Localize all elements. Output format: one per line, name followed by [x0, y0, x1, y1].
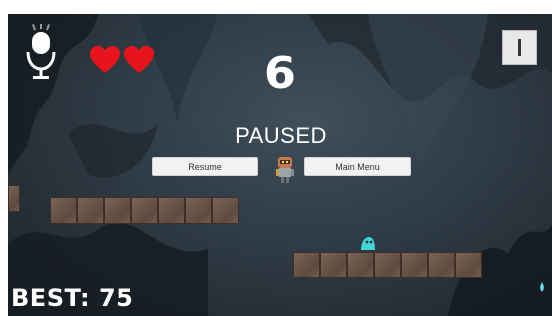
microphone-icon[interactable] — [25, 24, 57, 86]
pause-icon — [518, 39, 521, 56]
brick — [320, 252, 347, 278]
pause-button[interactable] — [502, 30, 537, 65]
platform-upper — [50, 197, 239, 224]
brick — [455, 252, 482, 278]
game-viewport: 6 PAUSED Resume Main Menu BEST: 75 — [8, 14, 552, 316]
score-counter: 6 — [263, 48, 297, 99]
brick — [428, 252, 455, 278]
brick — [212, 197, 239, 224]
brick — [293, 252, 320, 278]
brick — [77, 197, 104, 224]
brick — [131, 197, 158, 224]
brick — [347, 252, 374, 278]
brick — [374, 252, 401, 278]
main-menu-button[interactable]: Main Menu — [304, 157, 411, 176]
lives-display — [90, 46, 154, 74]
platform-left-edge — [8, 185, 20, 212]
resume-button[interactable]: Resume — [152, 157, 258, 176]
player-robot-icon — [276, 157, 294, 183]
heart-icon — [124, 46, 154, 73]
best-score: BEST: 75 — [11, 284, 134, 312]
brick — [104, 197, 131, 224]
brick — [158, 197, 185, 224]
slime-enemy-icon — [361, 237, 375, 250]
brick — [50, 197, 77, 224]
brick — [185, 197, 212, 224]
brick — [401, 252, 428, 278]
drop-icon — [540, 282, 544, 292]
platform-lower — [293, 252, 482, 278]
heart-icon — [90, 46, 120, 73]
paused-title: PAUSED — [235, 123, 327, 148]
brick — [8, 185, 20, 212]
